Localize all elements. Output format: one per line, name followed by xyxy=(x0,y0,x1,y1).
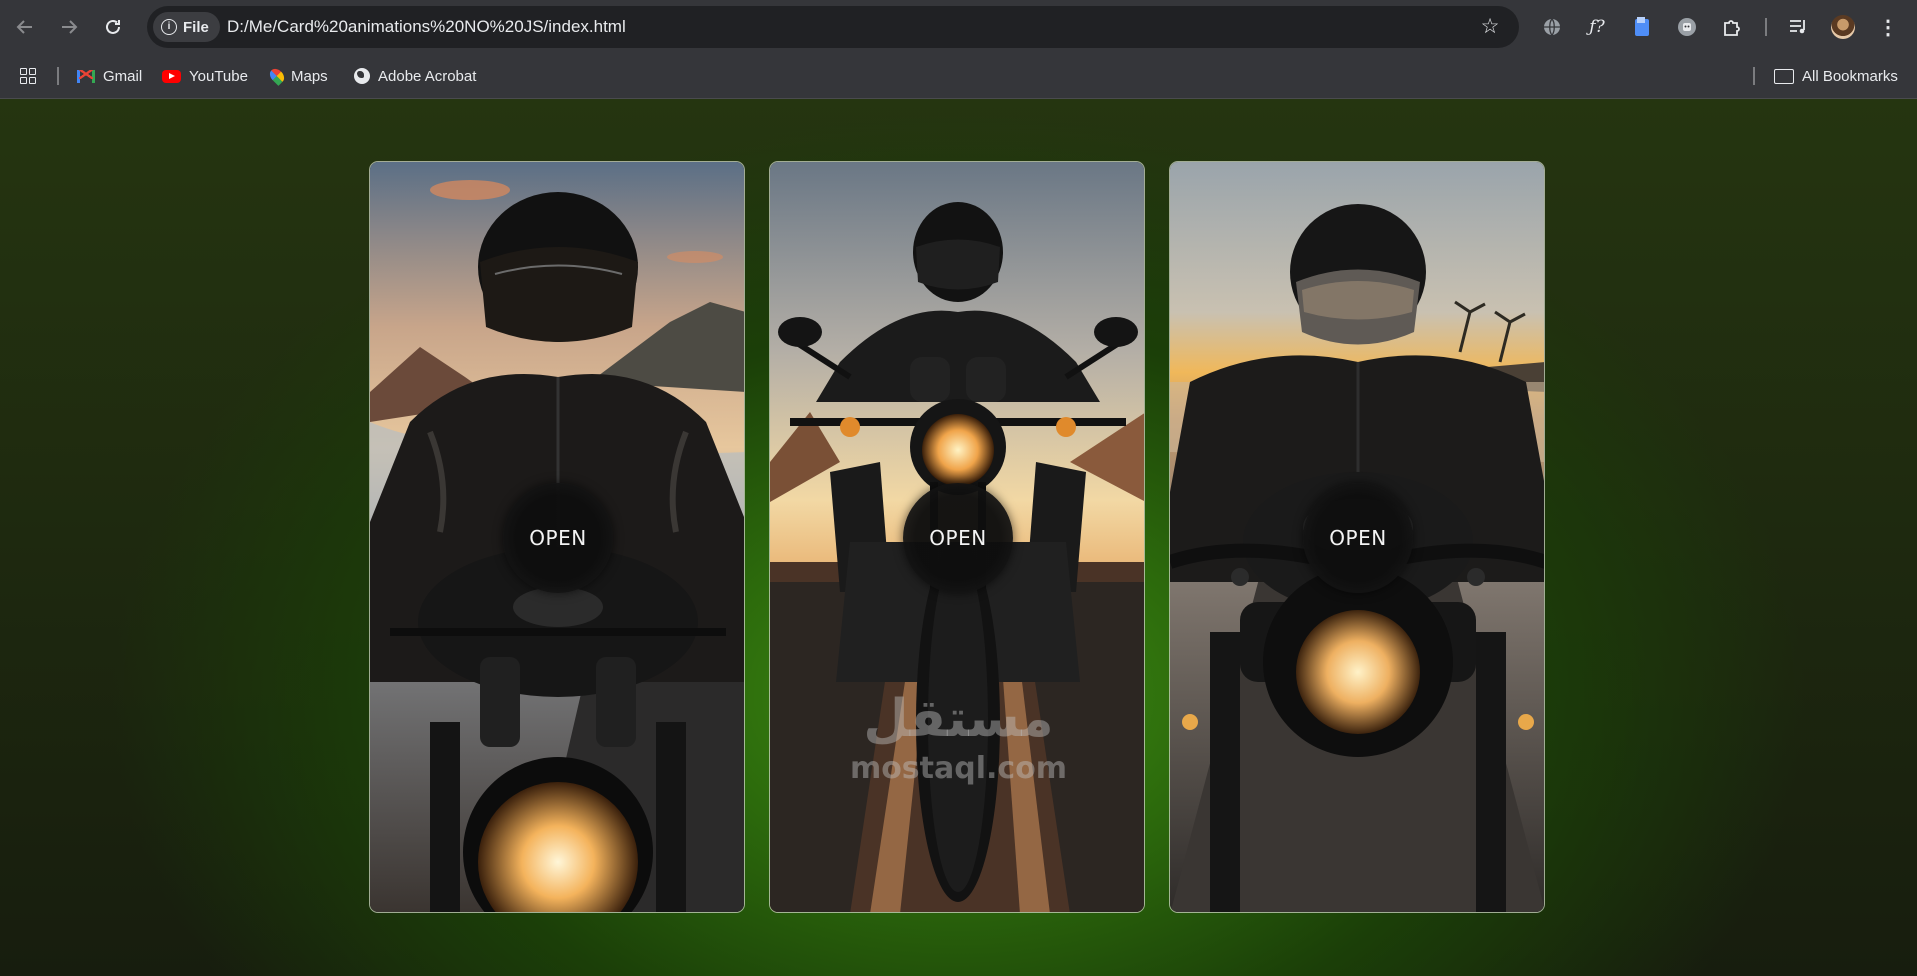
reload-icon xyxy=(106,19,120,34)
bookmark-gmail[interactable]: Gmail xyxy=(77,54,142,98)
bookmark-label: Adobe Acrobat xyxy=(378,67,477,85)
bookmark-label: YouTube xyxy=(189,67,248,85)
more-menu-icon[interactable]: ⋮ xyxy=(1874,13,1902,41)
info-icon: i xyxy=(161,19,177,35)
translate-icon[interactable] xyxy=(1538,13,1566,41)
reload-button[interactable] xyxy=(98,12,128,42)
globe-icon xyxy=(354,68,370,84)
bookmarks-bar: Gmail YouTube Maps Adobe Acrobat All Boo… xyxy=(0,54,1917,99)
puzzle-icon[interactable] xyxy=(1718,13,1746,41)
apps-grid-icon xyxy=(20,68,36,84)
avatar-image xyxy=(1831,15,1855,39)
media-queue-icon[interactable] xyxy=(1784,13,1812,41)
all-bookmarks-button[interactable]: All Bookmarks xyxy=(1774,54,1898,98)
card-rider-3[interactable]: OPEN xyxy=(1169,161,1545,913)
card-rider-1[interactable]: OPEN xyxy=(369,161,745,913)
apps-button[interactable] xyxy=(20,54,36,98)
bookmark-star-icon[interactable]: ☆ xyxy=(1477,14,1503,40)
url-text[interactable]: D:/Me/Card%20animations%20NO%20JS/index.… xyxy=(227,6,626,48)
profile-avatar[interactable] xyxy=(1829,13,1857,41)
youtube-icon xyxy=(162,69,181,83)
maps-icon xyxy=(267,66,287,86)
robot-icon[interactable] xyxy=(1673,13,1701,41)
open-button[interactable]: OPEN xyxy=(503,483,613,593)
open-button[interactable]: OPEN xyxy=(1303,483,1413,593)
bookmarks-divider xyxy=(57,67,59,85)
back-arrow-icon xyxy=(16,20,32,34)
open-button[interactable]: OPEN xyxy=(903,483,1013,593)
bookmarks-divider xyxy=(1753,67,1755,85)
bookmark-maps[interactable]: Maps xyxy=(267,54,328,98)
page-viewport: OPEN OPEN OPEN مستقل mostaql.com xyxy=(0,99,1917,976)
folder-icon xyxy=(1774,68,1794,84)
watermark-latin: mostaql.com xyxy=(849,751,1068,786)
toolbar-divider xyxy=(1765,18,1767,36)
bookmark-youtube[interactable]: YouTube xyxy=(162,54,248,98)
browser-toolbar: i File D:/Me/Card%20animations%20NO%20JS… xyxy=(0,0,1917,54)
card-rider-2[interactable]: OPEN xyxy=(769,161,1145,913)
all-bookmarks-label: All Bookmarks xyxy=(1802,67,1898,85)
bookmark-label: Gmail xyxy=(103,67,143,85)
back-button[interactable] xyxy=(10,12,40,42)
forward-arrow-icon xyxy=(62,20,78,34)
forward-button[interactable] xyxy=(54,12,84,42)
watermark-arabic: مستقل xyxy=(863,689,1054,749)
bookmark-adobe-acrobat[interactable]: Adobe Acrobat xyxy=(354,54,476,98)
gmail-icon xyxy=(77,69,95,83)
bookmark-label: Maps xyxy=(291,67,328,85)
document-icon[interactable] xyxy=(1628,13,1656,41)
formula-icon[interactable]: ƒ? xyxy=(1583,13,1611,41)
site-info-chip[interactable]: i File xyxy=(153,12,220,42)
site-info-label: File xyxy=(183,18,209,36)
address-bar[interactable]: i File D:/Me/Card%20animations%20NO%20JS… xyxy=(147,6,1519,48)
